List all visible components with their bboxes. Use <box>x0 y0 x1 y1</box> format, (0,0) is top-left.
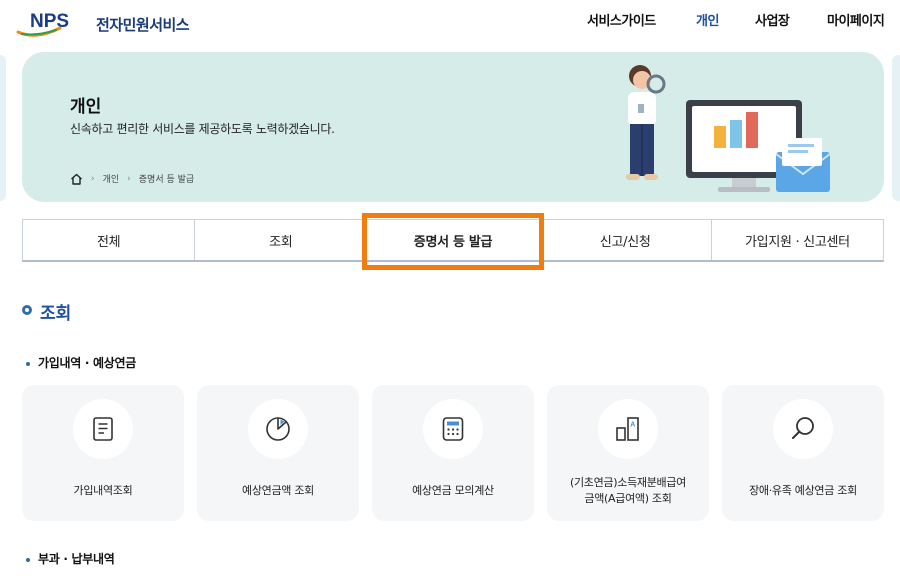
nav-service-guide[interactable]: 서비스가이드 <box>587 10 656 29</box>
nav-mypage[interactable]: 마이페이지 <box>827 10 885 29</box>
svg-text:A: A <box>630 422 635 429</box>
card-label: 예상연금액 조회 <box>242 484 314 497</box>
hero-banner: 개인 신속하고 편리한 서비스를 제공하도록 노력하겠습니다. › 개인 › 증… <box>22 52 884 202</box>
card-redistribution-benefit[interactable]: A (기초연금)소득재분배급여 금액(A급여액) 조회 <box>547 385 709 521</box>
breadcrumb-item-personal[interactable]: 개인 <box>103 172 120 185</box>
card-icon-circle: A <box>598 399 658 459</box>
chevron-right-icon: › <box>127 173 131 184</box>
pie-chart-icon <box>266 417 290 441</box>
card-disability-survivor-pension[interactable]: 장애·유족 예상연금 조회 <box>722 385 884 521</box>
section-bullet-icon <box>22 305 32 315</box>
logo-wordmark: NPS <box>30 11 69 32</box>
card-label: (기초연금)소득재분배급여 금액(A급여액) 조회 <box>569 476 686 505</box>
card-icon-circle <box>773 399 833 459</box>
home-icon[interactable] <box>70 173 83 185</box>
nav-personal[interactable]: 개인 <box>696 10 719 29</box>
tab-report-application[interactable]: 신고/신청 <box>540 220 712 260</box>
page-title: 개인 <box>70 97 102 117</box>
group-title-subscription: 가입내역 · 예상연금 <box>26 354 136 371</box>
tab-subscription-support[interactable]: 가입지원 · 신고센터 <box>712 220 883 260</box>
card-pension-simulation[interactable]: 예상연금 모의계산 <box>372 385 534 521</box>
group-title-billing: 부과 · 납부내역 <box>26 550 115 567</box>
hero-illustration <box>626 65 831 192</box>
nav-business[interactable]: 사업장 <box>755 10 790 29</box>
next-banner-sliver <box>892 55 900 201</box>
tab-all[interactable]: 전체 <box>23 220 196 260</box>
chevron-right-icon: › <box>91 173 95 184</box>
card-expected-pension[interactable]: 예상연금액 조회 <box>197 385 359 521</box>
card-icon-circle <box>248 399 308 459</box>
page-subtitle: 신속하고 편리한 서비스를 제공하도록 노력하겠습니다. <box>70 122 335 136</box>
prev-banner-sliver <box>0 55 6 201</box>
card-label: 예상연금 모의계산 <box>412 484 494 497</box>
tab-highlight-box <box>362 213 544 270</box>
card-label: 장애·유족 예상연금 조회 <box>749 484 857 497</box>
section-title: 조회 <box>40 304 72 324</box>
group-title-text: 가입내역 · 예상연금 <box>38 356 136 370</box>
document-icon <box>93 417 113 441</box>
card-label: 가입내역조회 <box>73 484 133 497</box>
nps-logo[interactable]: NPS 전자민원서비스 <box>16 6 191 38</box>
breadcrumb-item-current: 증명서 등 발급 <box>138 175 195 185</box>
card-icon-circle <box>73 399 133 459</box>
card-subscription-history[interactable]: 가입내역조회 <box>22 385 184 521</box>
calculator-icon <box>442 417 464 441</box>
tab-inquiry[interactable]: 조회 <box>195 220 368 260</box>
card-icon-circle <box>423 399 483 459</box>
bar-compare-icon: A <box>616 417 639 441</box>
site-header: NPS 전자민원서비스 서비스가이드 개인 사업장 마이페이지 <box>0 0 900 40</box>
bullet-dot-icon <box>26 557 30 562</box>
service-name: 전자민원서비스 <box>96 16 190 34</box>
bullet-dot-icon <box>26 361 30 366</box>
magnifier-icon <box>792 417 814 439</box>
group-title-text: 부과 · 납부내역 <box>38 552 115 566</box>
breadcrumb: › 개인 › 증명서 등 발급 <box>70 172 194 185</box>
